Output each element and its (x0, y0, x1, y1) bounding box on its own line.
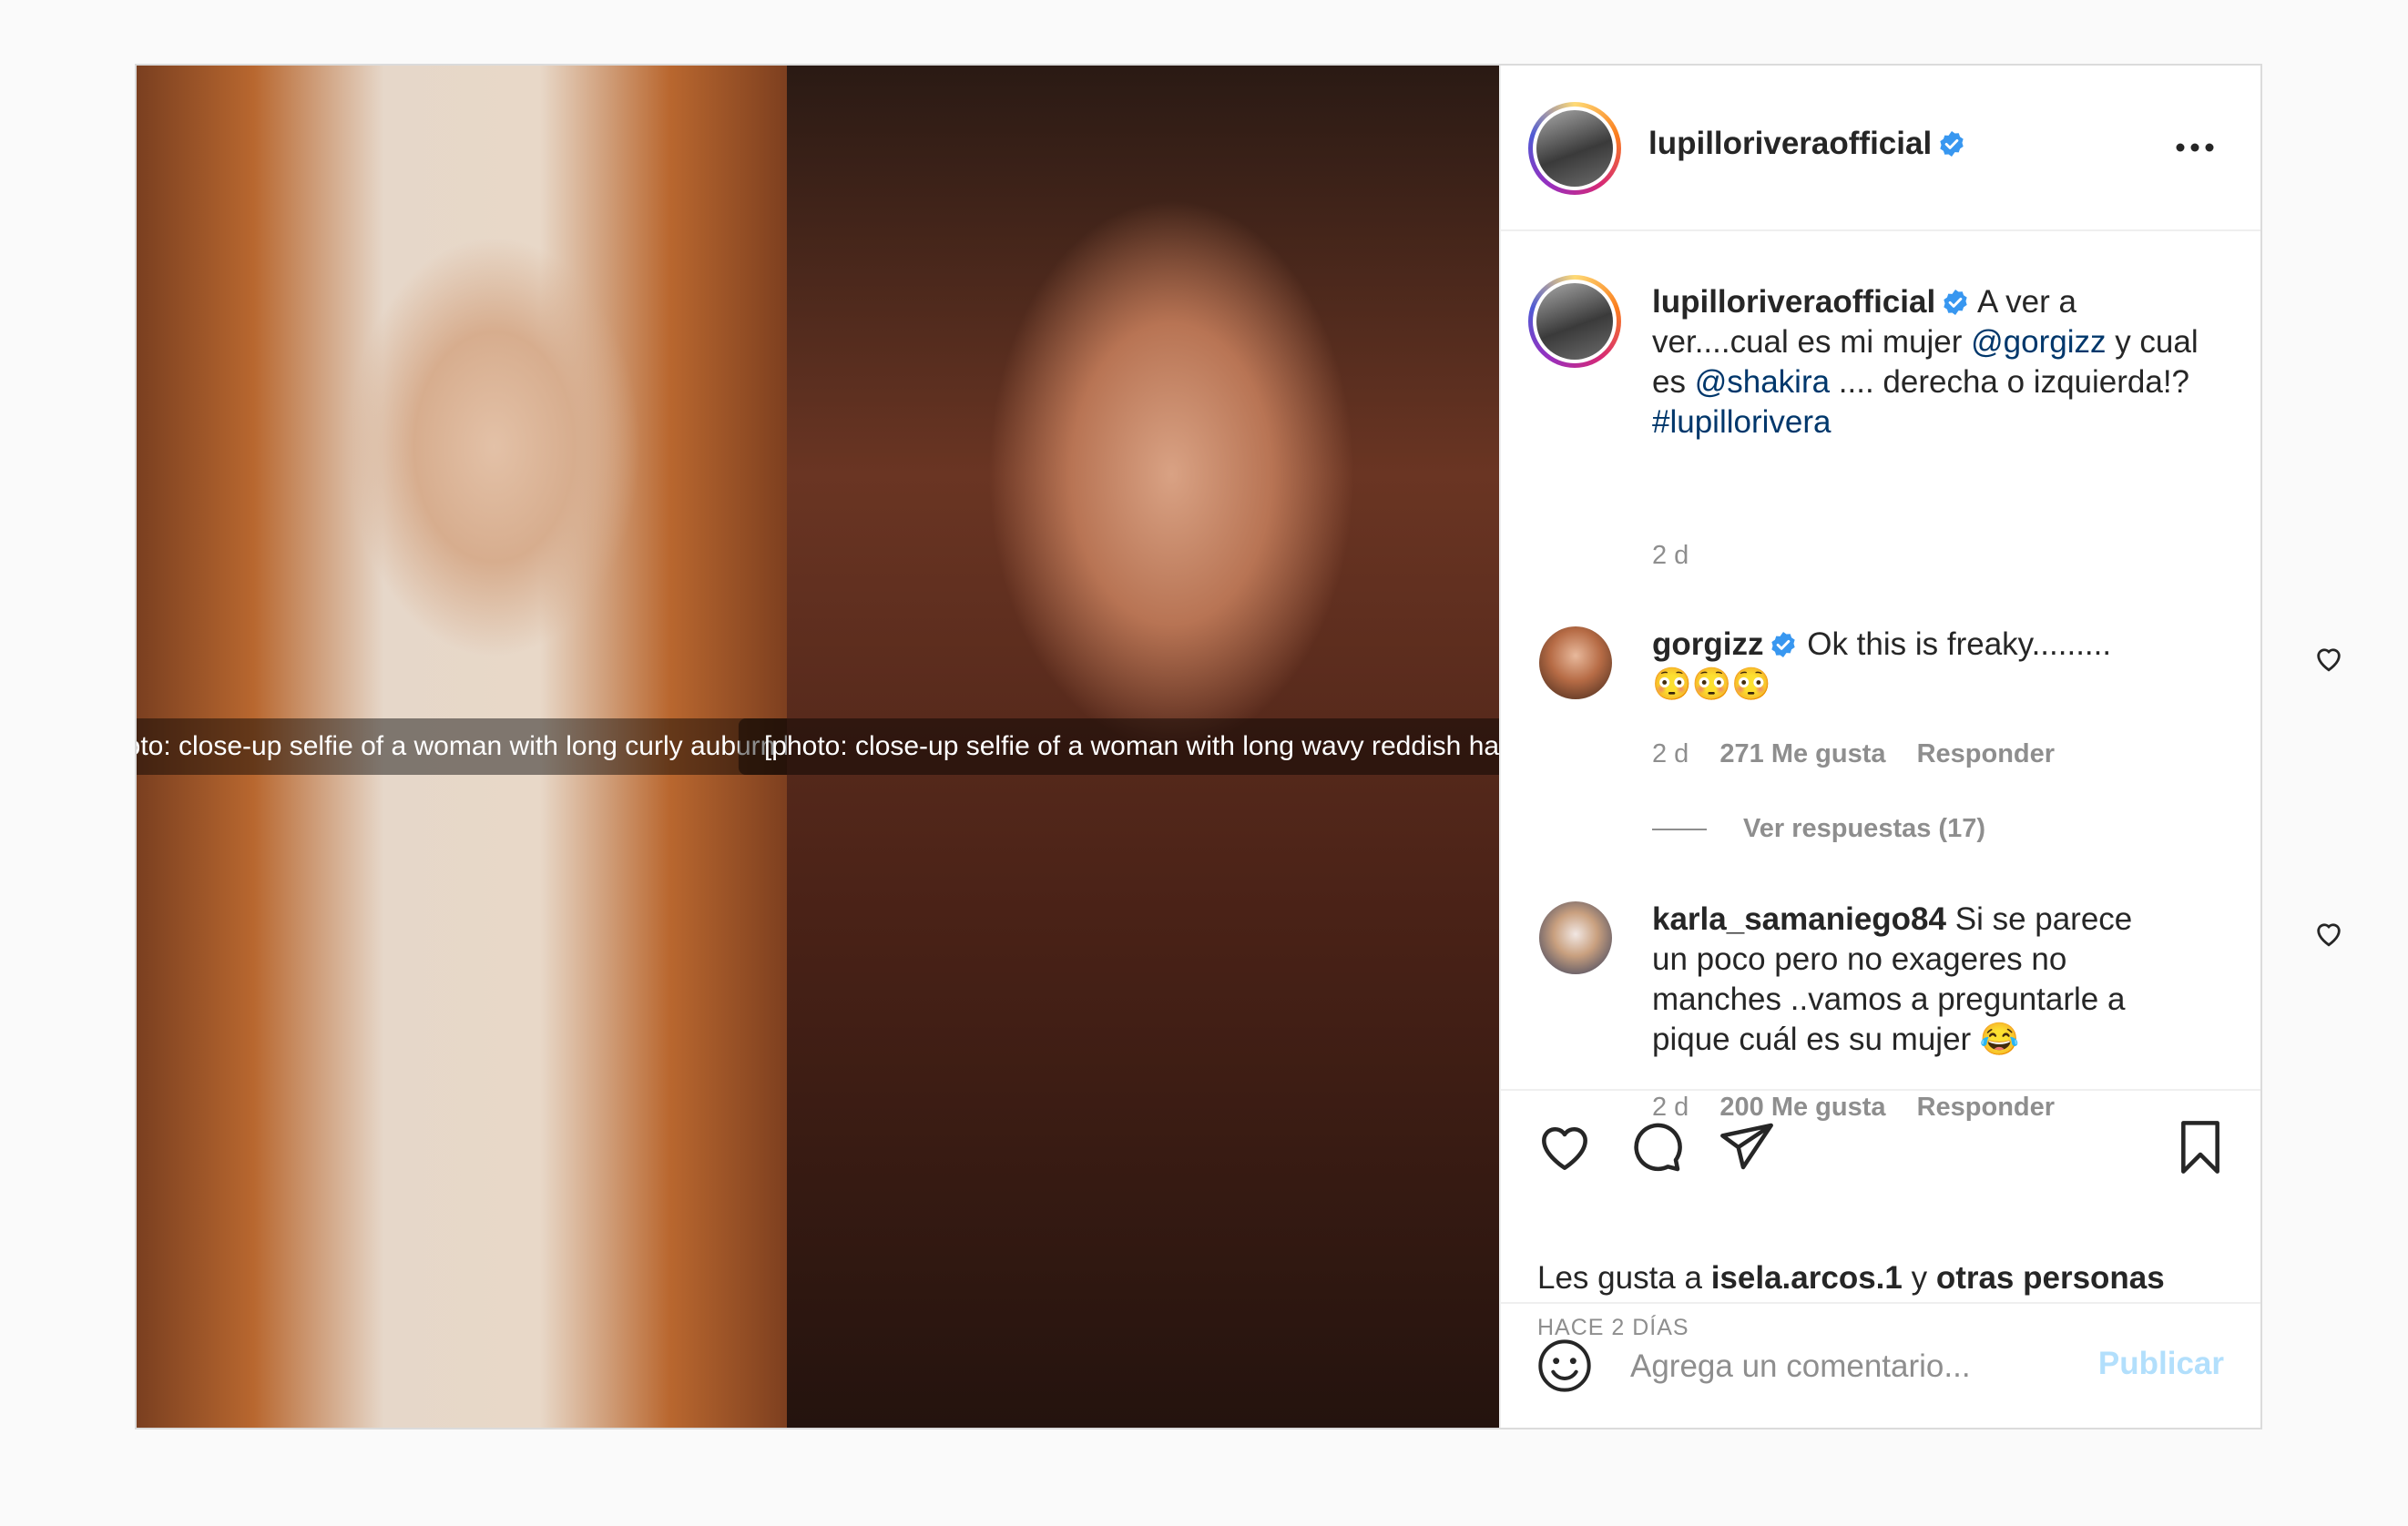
right-photo-caption: [photo: close-up selfie of a woman with … (738, 718, 1499, 775)
comment-username[interactable]: gorgizz (1652, 626, 1763, 662)
likes-summary: Les gusta a isela.arcos.1 y otras person… (1537, 1260, 2165, 1297)
caption-text-3: .... derecha o izquierda!? (1830, 364, 2190, 400)
comment-avatar-karla[interactable] (1539, 901, 1612, 974)
header-author: lupilloriveraofficial (1648, 126, 1966, 162)
author-username[interactable]: lupilloriveraofficial (1648, 126, 1932, 161)
emoji-icon[interactable] (1536, 1337, 1594, 1395)
verified-badge-icon (1944, 290, 1967, 315)
heart-icon[interactable] (1536, 1118, 1594, 1176)
comment-likes[interactable]: 271 Me gusta (1719, 739, 1885, 768)
more-dots-icon[interactable] (2175, 138, 2215, 157)
comment-gorgizz: gorgizz Ok this is freaky......... 😳😳😳 (1652, 625, 2162, 705)
mention-gorgizz[interactable]: @gorgizz (1971, 324, 2106, 360)
post-header: lupilloriveraofficial (1501, 66, 2260, 231)
bookmark-icon[interactable] (2171, 1118, 2229, 1176)
comment-avatar-gorgizz[interactable] (1539, 626, 1612, 699)
hashtag-link[interactable]: #lupillorivera (1652, 404, 1831, 440)
view-replies-label[interactable]: Ver respuestas (17) (1743, 814, 1985, 843)
share-icon[interactable] (1718, 1118, 1776, 1176)
reply-button[interactable]: Responder (1917, 739, 2055, 768)
view-replies[interactable]: Ver respuestas (17) (1652, 814, 1985, 844)
left-photo: [photo: close-up selfie of a woman with … (137, 66, 862, 1428)
comment-like-heart-icon[interactable] (2313, 918, 2344, 949)
mention-shakira[interactable]: @shakira (1695, 364, 1830, 400)
comment-meta: 2 d 271 Me gusta Responder (1652, 739, 2055, 769)
right-photo: [photo: close-up selfie of a woman with … (738, 66, 1499, 1428)
add-comment-bar: Publicar (1501, 1302, 2260, 1429)
caption-username[interactable]: lupilloriveraofficial (1652, 284, 1935, 320)
verified-badge-icon (1771, 632, 1796, 657)
comment-icon[interactable] (1627, 1118, 1685, 1176)
caption-time[interactable]: 2 d (1652, 541, 1689, 571)
likes-prefix: Les gusta a (1537, 1260, 1711, 1296)
post-media[interactable]: [photo: close-up selfie of a woman with … (137, 66, 1499, 1428)
comment-time[interactable]: 2 d (1652, 739, 1689, 768)
caption-avatar[interactable] (1528, 275, 1621, 368)
replies-divider (1652, 829, 1707, 831)
verified-badge-icon (1940, 131, 1964, 157)
likes-user[interactable]: isela.arcos.1 (1711, 1260, 1903, 1296)
likes-middle: y (1902, 1260, 1936, 1296)
author-avatar[interactable] (1528, 102, 1621, 195)
caption: lupilloriveraofficial A ver a ver....cua… (1652, 282, 2217, 443)
likes-others[interactable]: otras personas (1936, 1260, 2165, 1296)
post-sidebar: lupilloriveraofficial lupilloriveraoffic… (1499, 66, 2341, 1429)
comment-username[interactable]: karla_samaniego84 (1652, 901, 1946, 937)
comment-karla: karla_samaniego84 Si se parece un poco p… (1652, 900, 2162, 1060)
comment-input[interactable] (1628, 1338, 2087, 1395)
instagram-post: [photo: close-up selfie of a woman with … (135, 64, 2341, 1429)
comment-like-heart-icon[interactable] (2313, 643, 2344, 674)
publish-button[interactable]: Publicar (2098, 1346, 2224, 1382)
